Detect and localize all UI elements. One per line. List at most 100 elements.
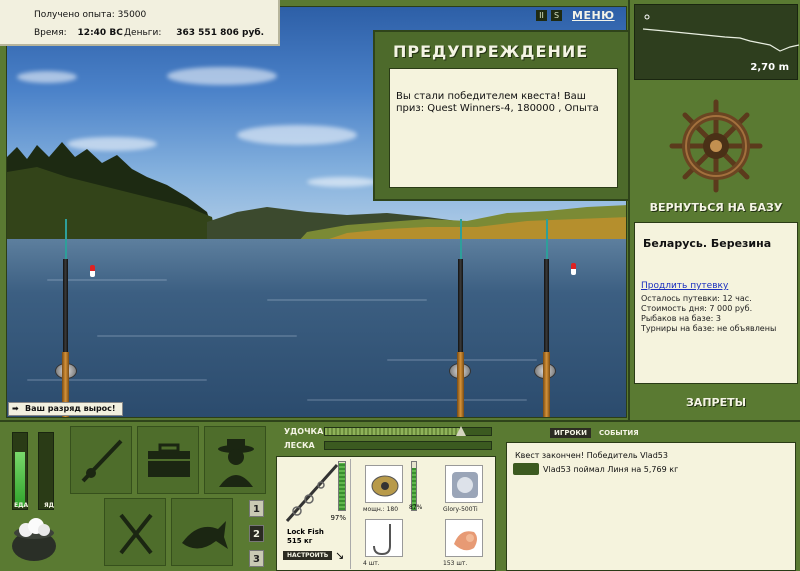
character-tile[interactable] bbox=[204, 426, 266, 494]
events-log: Квест закончен! Победитель Vlad53 Vlad53… bbox=[506, 442, 796, 571]
day-cost: Стоимость дня: 7 000 руб. bbox=[641, 304, 753, 313]
ship-wheel-icon[interactable] bbox=[668, 98, 764, 194]
tackle-box: 97% Lock Fish 515 кг НАСТРОИТЬ ↘ мощн.: … bbox=[276, 456, 496, 571]
game-screen: Получено опыта: 35000 Время: 12:40 ВС Де… bbox=[0, 0, 800, 571]
extend-trip-link[interactable]: Продлить путевку bbox=[641, 281, 728, 291]
depth-profile: 2,70 m bbox=[634, 4, 800, 80]
rod-icon bbox=[81, 439, 123, 483]
rank-notification[interactable]: ➡ Ваш разряд вырос! bbox=[8, 402, 123, 416]
rod-tension-row: УДОЧКА bbox=[276, 426, 498, 438]
rod-slot-3-button[interactable]: 3 bbox=[249, 550, 264, 567]
bottom-panel: ЕДА ЯД 1 2 3 УДОЧКА ЛЕСКА 97% Lock Fish … bbox=[0, 420, 800, 571]
time-value: 12:40 ВС bbox=[77, 28, 123, 38]
hook-slot[interactable]: 4 шт. bbox=[361, 515, 407, 569]
tension-marker bbox=[456, 426, 467, 436]
arrow-right-icon: ➡ bbox=[12, 404, 19, 413]
hud-panel: Получено опыта: 35000 Время: 12:40 ВС Де… bbox=[0, 0, 280, 46]
money-value: 363 551 806 руб. bbox=[176, 28, 265, 38]
rod-tension-bar bbox=[324, 426, 492, 436]
float-1 bbox=[90, 265, 95, 277]
poison-label: ЯД bbox=[44, 502, 54, 509]
food-meter bbox=[12, 432, 28, 510]
warning-dialog[interactable]: ПРЕДУПРЕЖДЕНИЕ Вы стали победителем квес… bbox=[373, 30, 630, 201]
depth-value: 2,70 m bbox=[750, 62, 789, 73]
tab-players[interactable]: ИГРОКИ bbox=[550, 428, 591, 438]
reel-caption: мощн.: 180 bbox=[363, 506, 399, 513]
events-tabs: ИГРОКИ СОБЫТИЯ bbox=[550, 428, 643, 438]
return-to-base-button[interactable]: ВЕРНУТЬСЯ НА БАЗУ bbox=[630, 201, 800, 214]
fish-cage-tile[interactable] bbox=[171, 498, 233, 566]
bait-slot[interactable]: 153 шт. bbox=[441, 515, 487, 569]
rod-slot-1-button[interactable]: 1 bbox=[249, 500, 264, 517]
cooking-tile[interactable] bbox=[104, 498, 166, 566]
bait-image bbox=[445, 519, 483, 557]
right-panel: 2,70 m ВЕРНУТЬСЯ НА БАЗУ Беларусь. Берез… bbox=[628, 0, 800, 420]
rod-name: Lock Fish bbox=[287, 528, 324, 536]
time-label: Время: bbox=[34, 28, 67, 38]
rod-strength-value: 97% bbox=[330, 514, 346, 522]
fishing-line-spool-icon bbox=[452, 472, 478, 498]
rod-slot-2-button[interactable]: 2 bbox=[249, 525, 264, 542]
fisherman-icon bbox=[218, 439, 254, 487]
line-tension-label: ЛЕСКА bbox=[284, 441, 315, 450]
reel-icon bbox=[371, 475, 399, 497]
line-slot[interactable]: Glory-500Ti bbox=[441, 461, 487, 515]
location-info: Беларусь. Березина Продлить путевку Оста… bbox=[634, 222, 798, 384]
xp-label: Получено опыта: bbox=[34, 10, 115, 20]
reel-image bbox=[365, 465, 403, 503]
rank-message: Ваш разряд вырос! bbox=[25, 404, 116, 413]
tackle-panel: УДОЧКА ЛЕСКА 97% Lock Fish 515 кг НАСТРО… bbox=[276, 422, 498, 571]
bait-caption: 153 шт. bbox=[443, 560, 468, 567]
tournaments-status: Турниры на базе: не объявлены bbox=[641, 324, 777, 333]
trip-left: Осталось путевки: 12 час. bbox=[641, 294, 752, 303]
float-3 bbox=[571, 263, 576, 275]
rod-slot[interactable]: 97% Lock Fish 515 кг НАСТРОИТЬ ↘ bbox=[279, 459, 351, 569]
arrow-down-right-icon: ↘ bbox=[335, 549, 345, 562]
lake-water bbox=[7, 239, 626, 417]
rod-tension-fill bbox=[325, 428, 462, 435]
event-line: Квест закончен! Победитель Vlad53 bbox=[515, 451, 668, 460]
tackle-box-icon bbox=[148, 443, 190, 477]
events-panel: ИГРОКИ СОБЫТИЯ Квест закончен! Победител… bbox=[502, 422, 800, 571]
hook-image bbox=[365, 519, 403, 557]
sound-button[interactable]: S bbox=[551, 10, 562, 21]
top-toolbar: II S МЕНЮ bbox=[536, 9, 615, 22]
shrimp-bait-icon bbox=[454, 531, 477, 551]
food-pot-icon[interactable] bbox=[10, 514, 58, 564]
line-image bbox=[445, 465, 483, 503]
food-meter-fill bbox=[15, 452, 25, 507]
line-tension-bar bbox=[324, 441, 492, 450]
hook-icon bbox=[373, 524, 391, 556]
pause-button[interactable]: II bbox=[536, 10, 547, 21]
fish-icon bbox=[182, 521, 228, 549]
warning-title: ПРЕДУПРЕЖДЕНИЕ bbox=[393, 42, 589, 61]
rod-tension-label: УДОЧКА bbox=[284, 427, 324, 436]
fish-icon bbox=[513, 463, 539, 475]
tackle-box-tile[interactable] bbox=[137, 426, 199, 494]
time-row: Время: 12:40 ВС bbox=[34, 28, 123, 38]
setup-button[interactable]: НАСТРОИТЬ bbox=[283, 551, 333, 560]
poison-meter bbox=[38, 432, 54, 510]
rod-strength-bar bbox=[338, 461, 346, 511]
money-row: Деньги: 363 551 806 руб. bbox=[124, 28, 264, 38]
reel-strength-value: 87% bbox=[409, 504, 423, 511]
menu-button[interactable]: МЕНЮ bbox=[572, 9, 615, 22]
line-caption: Glory-500Ti bbox=[443, 506, 478, 513]
money-label: Деньги: bbox=[124, 28, 162, 38]
food-label: ЕДА bbox=[14, 502, 29, 509]
event-line: Vlad53 поймал Линя на 5,769 кг bbox=[543, 465, 679, 474]
rod-strength-fill bbox=[339, 463, 345, 510]
hook-caption: 4 шт. bbox=[363, 560, 380, 567]
cutlery-icon bbox=[119, 513, 153, 555]
location-title: Беларусь. Березина bbox=[643, 237, 772, 250]
xp-value: 35000 bbox=[117, 10, 147, 20]
reel-slot[interactable]: мощн.: 180 bbox=[361, 461, 407, 515]
warning-message: Вы стали победителем квеста! Ваш приз: Q… bbox=[389, 68, 618, 188]
rods-tile[interactable] bbox=[70, 426, 132, 494]
bans-button[interactable]: ЗАПРЕТЫ bbox=[630, 396, 800, 409]
xp-row: Получено опыта: 35000 bbox=[34, 10, 146, 20]
rod-weight: 515 кг bbox=[287, 537, 313, 545]
tab-events[interactable]: СОБЫТИЯ bbox=[595, 428, 643, 438]
line-tension-row: ЛЕСКА bbox=[276, 440, 498, 452]
anglers-count: Рыбаков на базе: 3 bbox=[641, 314, 721, 323]
